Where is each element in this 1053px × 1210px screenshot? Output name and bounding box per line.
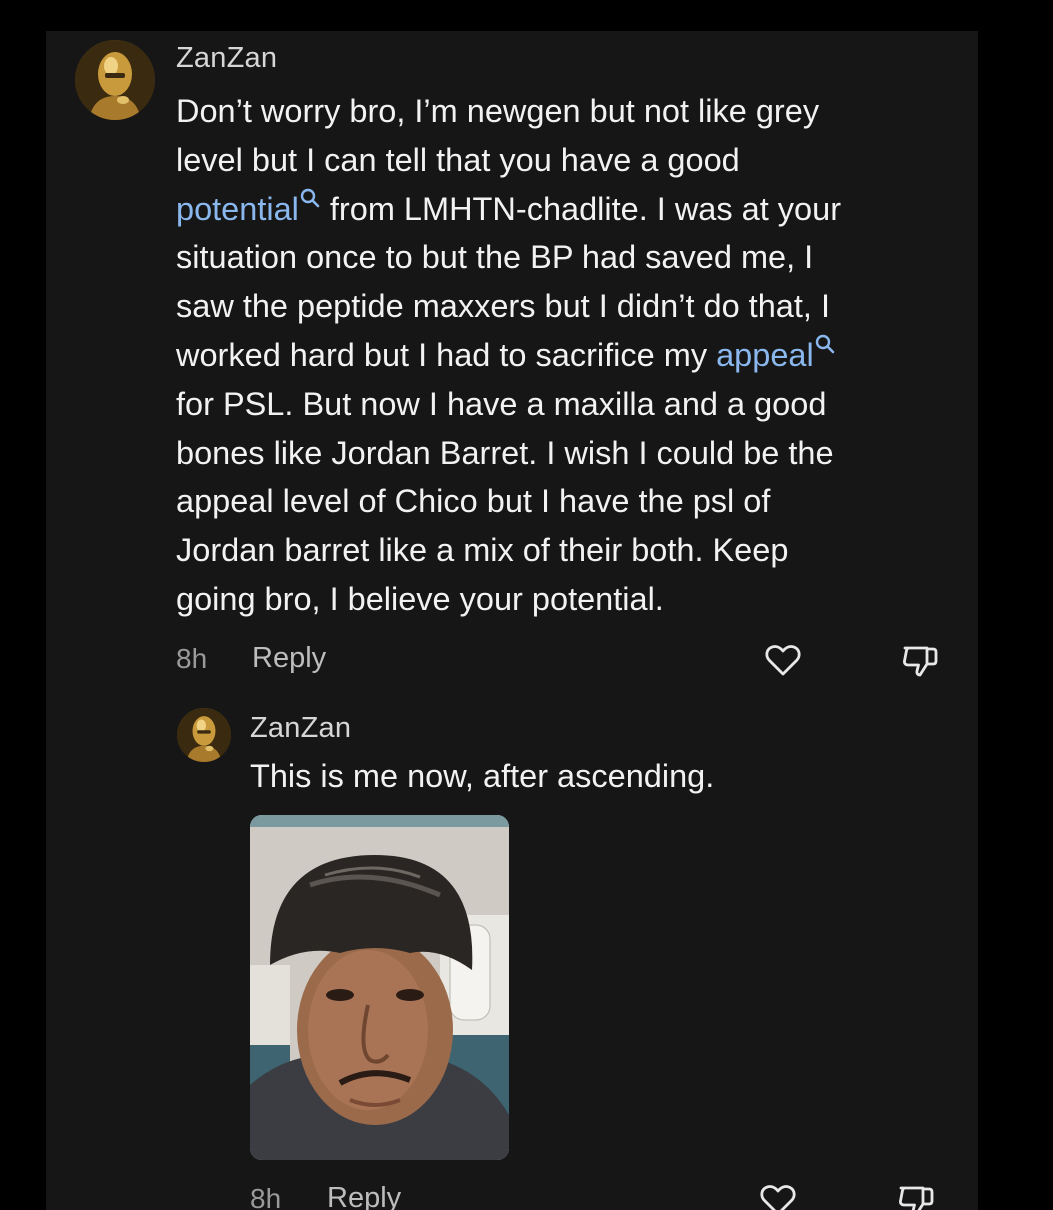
comment-timestamp: 8h xyxy=(176,643,208,674)
comment-username[interactable]: ZanZan xyxy=(250,712,351,745)
reply-button[interactable]: Reply xyxy=(252,642,326,675)
keyword-link-appeal[interactable]: appeal xyxy=(716,337,814,373)
comment-line: situation once to but the BP had saved m… xyxy=(176,239,814,276)
search-icon[interactable] xyxy=(299,187,321,209)
comment-line-rest: from LMHTN-chadlite. I was at your xyxy=(320,190,842,227)
comment-line: going bro, I believe your potential. xyxy=(176,580,664,617)
search-icon[interactable] xyxy=(814,333,836,355)
comments-panel: ZanZan Don’t worry bro, I’m newgen but n… xyxy=(46,31,978,1210)
attached-photo[interactable] xyxy=(250,815,509,1160)
comment-line: Jordan barret like a mix of their both. … xyxy=(176,532,789,569)
reply-button[interactable]: Reply xyxy=(327,1182,401,1210)
comment-text: This is me now, after ascending. xyxy=(250,758,715,794)
comment-line-start: worked hard but I had to sacrifice my xyxy=(176,336,717,373)
selfie-photo-image xyxy=(250,815,509,1160)
comment-line: saw the peptide maxxers but I didn’t do … xyxy=(176,288,830,325)
thumbs-down-icon[interactable] xyxy=(900,640,940,680)
gold-figure-avatar-image xyxy=(177,708,231,762)
thumbs-down-icon[interactable] xyxy=(896,1180,936,1210)
comment-line: worked hard but I had to sacrifice my ap… xyxy=(176,331,841,380)
comment-line: for PSL. But now I have a maxilla and a … xyxy=(176,385,827,422)
comment-username[interactable]: ZanZan xyxy=(176,42,277,75)
comment-text: Don’t worry bro, I’m newgen but not like… xyxy=(176,87,841,624)
avatar[interactable] xyxy=(177,708,231,762)
comment-line: Don’t worry bro, I’m newgen but not like… xyxy=(176,93,820,129)
keyword-link-potential[interactable]: potential xyxy=(176,191,299,227)
comment-timestamp: 8h xyxy=(250,1183,282,1210)
comment-line: potential from LMHTN-chadlite. I was at … xyxy=(176,185,841,234)
comment-line: level but I can tell that you have a goo… xyxy=(176,141,740,178)
comment-line: bones like Jordan Barret. I wish I could… xyxy=(176,434,834,471)
heart-icon[interactable] xyxy=(758,1180,798,1210)
gold-figure-avatar-image xyxy=(75,40,155,120)
avatar[interactable] xyxy=(75,40,155,120)
comment-line: appeal level of Chico but I have the psl… xyxy=(176,483,771,520)
heart-icon[interactable] xyxy=(763,640,803,680)
